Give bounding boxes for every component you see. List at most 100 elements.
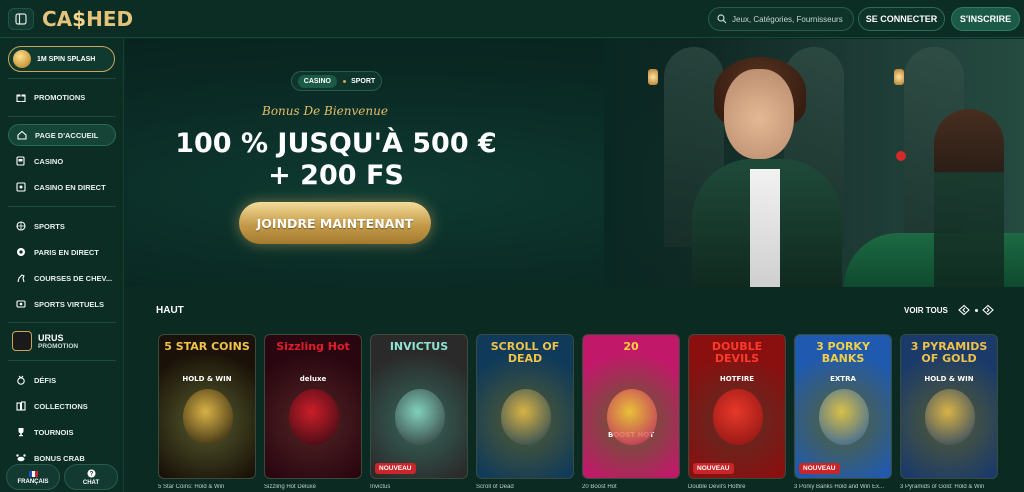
game-card[interactable]: INVICTUS NOUVEAU [370,334,468,479]
game-art-emblem [925,389,975,445]
coin-icon [13,50,31,68]
collection-icon [16,401,26,411]
game-art-emblem [183,389,233,445]
language-label: FRANÇAIS [17,478,49,485]
gift-icon [16,92,26,102]
sidebar: 1M SPIN SPLASH PROMOTIONS PAGE D'ACCUEIL… [0,38,124,492]
game-name[interactable]: Invictus [370,484,468,490]
game-name[interactable]: 3 Pyramids of Gold: Hold & Win [900,484,998,490]
game-art-subtitle: HOTFIRE [719,375,755,383]
urus-promotion-link[interactable]: URUS PROMOTION [8,328,116,354]
lamborghini-logo-icon [12,331,32,351]
live-icon [16,182,26,192]
horse-icon [16,273,26,283]
new-badge: NOUVEAU [693,463,734,474]
game-art-title: INVICTUS [389,340,449,353]
sidebar-item-casino[interactable]: CASINO [8,150,116,172]
chat-button[interactable]: ? CHAT [64,464,118,490]
new-badge: NOUVEAU [799,463,840,474]
game-art-title: 5 STAR COINS [164,340,250,353]
sidebar-divider [8,360,116,361]
sidebar-item-label: COURSES DE CHEV... [34,273,113,283]
hero-headline: 100 % JUSQU'À 500 € + 200 FS [170,128,502,192]
game-card[interactable]: 20BOOST HOT [582,334,680,479]
carousel-nav [958,303,994,317]
game-name[interactable]: 3 Porky Banks Hold and Win Ex... [794,484,892,490]
game-art-title: SCROLL OF DEAD [490,340,560,365]
game-art-emblem [289,389,339,445]
game-art-emblem [819,389,869,445]
live-bet-icon [16,247,26,257]
sidebar-item-challenges[interactable]: DÉFIS [8,369,116,391]
game-art-emblem [501,389,551,445]
game-art-subtitle: deluxe [299,375,327,383]
game-art-title: 3 PORKY BANKS [816,340,870,365]
game-art-emblem [607,389,657,445]
game-card[interactable]: DOUBLE DEVILS HOTFIRE NOUVEAU [688,334,786,479]
logo[interactable]: CA$HED [42,7,133,31]
sidebar-item-promotions[interactable]: PROMOTIONS [8,86,116,108]
game-art-subtitle: HOLD & WIN [924,375,974,383]
game-art-title: Sizzling Hot [276,340,350,353]
sidebar-toggle-button[interactable] [8,8,34,30]
game-art-emblem [713,389,763,445]
svg-text:?: ? [89,471,93,477]
sidebar-item-collections[interactable]: COLLECTIONS [8,395,116,417]
sidebar-item-label: COLLECTIONS [34,401,88,411]
language-selector[interactable]: FRANÇAIS [6,464,60,490]
search-placeholder: Jeux, Catégories, Fournisseurs [732,14,843,24]
game-card[interactable]: 5 STAR COINS HOLD & WIN [158,334,256,479]
spin-splash-promo-button[interactable]: 1M SPIN SPLASH [8,46,115,72]
tab-casino[interactable]: CASINO [297,74,337,88]
sidebar-item-virtual-sports[interactable]: SPORTS VIRTUELS [8,293,116,315]
search-input[interactable]: Jeux, Catégories, Fournisseurs [708,7,854,31]
sidebar-item-label: CASINO EN DIRECT [34,182,106,192]
join-now-button[interactable]: JOINDRE MAINTENANT [239,202,431,244]
new-badge: NOUVEAU [375,463,416,474]
wall-lamp [648,69,658,85]
login-button[interactable]: SE CONNECTER [858,7,945,31]
sidebar-divider [8,116,116,117]
game-card[interactable]: SCROLL OF DEAD [476,334,574,479]
virtual-icon [16,299,26,309]
sidebar-item-label: PARIS EN DIRECT [34,247,99,257]
game-name[interactable]: 20 Boost Hot [582,484,680,490]
sidebar-divider [8,206,116,207]
sidebar-toggle-icon [15,13,27,25]
game-card[interactable]: 3 PYRAMIDS OF GOLD HOLD & WIN [900,334,998,479]
game-name[interactable]: 5 Star Coins: Hold & Win [158,484,256,490]
game-card[interactable]: Sizzling Hot deluxe [264,334,362,479]
see-all-link[interactable]: VOIR TOUS [904,306,948,315]
dealer-figure [934,109,1004,287]
tab-sport[interactable]: SPORT [351,78,375,85]
game-card[interactable]: 3 PORKY BANKS EXTRA NOUVEAU [794,334,892,479]
prev-arrow-icon[interactable] [958,304,970,316]
next-arrow-icon[interactable] [982,304,994,316]
sidebar-item-sports[interactable]: SPORTS [8,215,116,237]
game-art-title: 3 PYRAMIDS OF GOLD [910,340,988,365]
sidebar-item-label: DÉFIS [34,375,57,385]
signup-button[interactable]: S'INSCRIRE [951,7,1020,31]
sidebar-item-tournaments[interactable]: TOURNOIS [8,421,116,443]
sidebar-divider [8,78,116,79]
urus-subtitle: PROMOTION [38,342,79,350]
game-name[interactable]: Double Devil's Hotfire [688,484,786,490]
sidebar-item-live-betting[interactable]: PARIS EN DIRECT [8,241,116,263]
top-header: CA$HED Jeux, Catégories, Fournisseurs SE… [0,0,1024,38]
game-name[interactable]: Sizzling Hot Deluxe [264,484,362,490]
sidebar-item-label: SPORTS [34,221,65,231]
sidebar-item-horse-racing[interactable]: COURSES DE CHEV... [8,267,116,289]
tab-separator [342,79,346,83]
sidebar-divider [8,322,116,323]
game-art-subtitle: EXTRA [830,375,856,383]
sidebar-item-live-casino[interactable]: CASINO EN DIRECT [8,176,116,198]
home-icon [17,130,27,140]
game-name[interactable]: Scroll of Dead [476,484,574,490]
spin-splash-label: 1M SPIN SPLASH [37,55,96,63]
france-flag-icon [28,470,38,479]
sidebar-item-home[interactable]: PAGE D'ACCUEIL [8,124,116,146]
sidebar-item-label: PAGE D'ACCUEIL [35,130,99,140]
casino-chip [896,151,906,161]
sidebar-item-label: PROMOTIONS [34,92,86,102]
bonus-subtitle: Bonus De Bienvenue [262,104,388,118]
